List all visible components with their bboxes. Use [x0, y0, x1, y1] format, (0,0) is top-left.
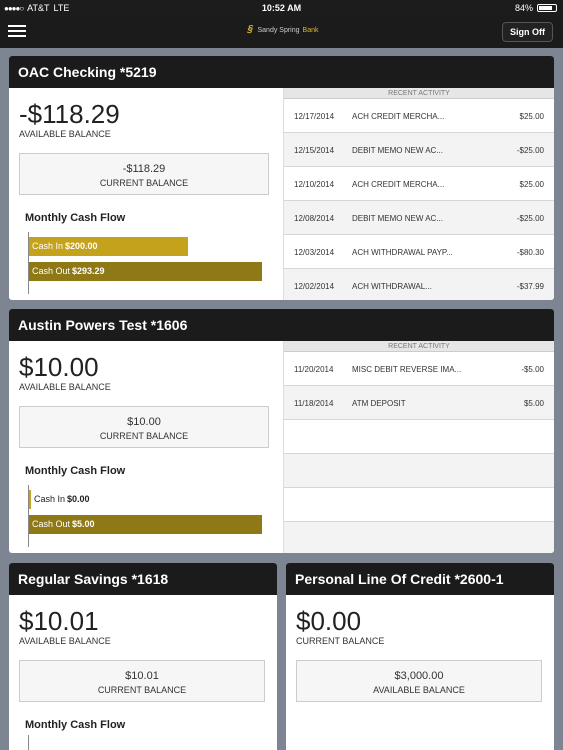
activity-row[interactable]: 12/02/2014 ACH WITHDRAWAL... -$37.99 — [284, 269, 554, 300]
current-balance-box: $10.00 CURRENT BALANCE — [19, 406, 269, 448]
recent-activity-header: RECENT ACTIVITY — [284, 341, 554, 352]
current-balance-label: CURRENT BALANCE — [99, 431, 189, 441]
monthly-cash-flow-title: Monthly Cash Flow — [25, 212, 126, 224]
activity-date: 11/18/2014 — [294, 399, 334, 408]
monthly-cash-flow-title: Monthly Cash Flow — [25, 465, 126, 477]
activity-description: ATM DEPOSIT — [352, 399, 406, 408]
activity-date: 12/15/2014 — [294, 146, 335, 155]
current-balance-label: CURRENT BALANCE — [97, 685, 187, 695]
activity-row-empty — [284, 522, 554, 553]
activity-description: MISC DEBIT REVERSE IMA... — [352, 365, 462, 374]
available-balance-label: AVAILABLE BALANCE — [19, 382, 111, 392]
activity-amount: -$37.99 — [516, 282, 544, 291]
cash-out-label: Cash Out — [32, 266, 71, 276]
activity-row-empty — [284, 454, 554, 488]
cash-out-label: Cash Out — [32, 519, 71, 529]
activity-row[interactable]: 12/10/2014 ACH CREDIT MERCHA... $25.00 — [284, 167, 554, 201]
current-balance-box: -$118.29 CURRENT BALANCE — [19, 153, 269, 195]
cash-in-amount: $200.00 — [65, 241, 98, 251]
account-card-checking: OAC Checking *5219 -$118.29 AVAILABLE BA… — [9, 56, 554, 300]
activity-description: ACH WITHDRAWAL... — [352, 282, 432, 291]
activity-date: 12/17/2014 — [294, 112, 335, 121]
activity-row-empty — [284, 488, 554, 522]
activity-description: ACH CREDIT MERCHA... — [352, 180, 445, 189]
account-card-line-of-credit: Personal Line Of Credit *2600-1 $0.00 CU… — [286, 563, 554, 750]
available-balance-amount: $10.00 — [19, 352, 99, 382]
activity-date: 12/10/2014 — [294, 180, 335, 189]
cash-out-bar: Cash Out $293.29 — [29, 262, 262, 281]
current-balance-amount: $10.01 — [125, 670, 159, 682]
available-balance-label: AVAILABLE BALANCE — [19, 636, 111, 646]
recent-activity-header: RECENT ACTIVITY — [284, 88, 554, 99]
current-balance-label: CURRENT BALANCE — [296, 636, 385, 646]
cash-in-bar: Cash In $200.00 — [29, 237, 188, 256]
activity-amount: -$25.00 — [516, 146, 544, 155]
available-balance-box: $3,000.00 AVAILABLE BALANCE — [296, 660, 542, 702]
bank-logo: § Sandy Spring Bank — [0, 24, 563, 35]
activity-description: DEBIT MEMO NEW AC... — [352, 214, 443, 223]
available-balance-label: AVAILABLE BALANCE — [373, 685, 465, 695]
activity-date: 12/08/2014 — [294, 214, 335, 223]
activity-row-empty — [284, 420, 554, 454]
activity-date: 11/20/2014 — [294, 365, 334, 374]
activity-date: 12/03/2014 — [294, 248, 335, 257]
activity-row[interactable]: 12/08/2014 DEBIT MEMO NEW AC... -$25.00 — [284, 201, 554, 235]
activity-row[interactable]: 11/18/2014 ATM DEPOSIT $5.00 — [284, 386, 554, 420]
account-card-austin-powers: Austin Powers Test *1606 $10.00 AVAILABL… — [9, 309, 554, 553]
activity-description: ACH WITHDRAWAL PAYP... — [352, 248, 453, 257]
cash-out-bar: Cash Out $5.00 — [29, 515, 262, 534]
current-balance-amount: -$118.29 — [122, 163, 166, 175]
bank-name-suffix: Bank — [302, 26, 319, 34]
activity-row[interactable]: 11/20/2014 MISC DEBIT REVERSE IMA... -$5.0… — [284, 352, 554, 386]
activity-row[interactable]: 12/15/2014 DEBIT MEMO NEW AC... -$25.00 — [284, 133, 554, 167]
available-balance-label: AVAILABLE BALANCE — [19, 129, 111, 139]
available-balance-amount: -$118.29 — [19, 99, 120, 129]
cash-in-bar: Cash In $0.00 — [29, 490, 90, 509]
activity-description: ACH CREDIT MERCHA... — [352, 112, 445, 121]
cash-out-amount: $5.00 — [72, 519, 95, 529]
current-balance-box: $10.01 CURRENT BALANCE — [19, 660, 265, 702]
available-balance-amount: $3,000.00 — [394, 670, 444, 682]
bank-logo-mark-icon: § — [245, 24, 254, 35]
monthly-cash-flow-title: Monthly Cash Flow — [25, 719, 126, 731]
account-title[interactable]: Regular Savings *1618 — [9, 563, 277, 595]
current-balance-amount: $0.00 — [296, 606, 362, 636]
recent-activity-panel: RECENT ACTIVITY 11/20/2014 MISC DEBIT REV… — [283, 341, 554, 553]
activity-amount: -$25.00 — [516, 214, 544, 223]
cash-in-label: Cash In — [32, 241, 64, 251]
current-balance-label: CURRENT BALANCE — [99, 178, 189, 188]
activity-amount: $25.00 — [519, 180, 544, 189]
recent-activity-panel: RECENT ACTIVITY 12/17/2014 ACH CREDIT MER… — [283, 88, 554, 300]
activity-amount: -$5.00 — [521, 365, 544, 374]
account-card-savings: Regular Savings *1618 $10.01 AVAILABLE B… — [9, 563, 277, 750]
bank-name: Sandy Spring — [257, 26, 300, 34]
account-title[interactable]: Austin Powers Test *1606 — [9, 309, 554, 341]
clock: 10:52 AM — [261, 3, 302, 13]
cash-out-amount: $293.29 — [72, 266, 105, 276]
activity-row[interactable]: 12/03/2014 ACH WITHDRAWAL PAYP... -$80.30 — [284, 235, 554, 269]
activity-description: DEBIT MEMO NEW AC... — [352, 146, 443, 155]
cash-in-amount: $0.00 — [67, 494, 90, 504]
status-bar: ●●●●○ AT&T LTE 10:52 AM 84% — [0, 0, 563, 16]
cash-flow-axis — [28, 735, 29, 750]
account-title[interactable]: OAC Checking *5219 — [9, 56, 554, 88]
activity-amount: $5.00 — [523, 399, 544, 408]
battery-icon — [537, 4, 557, 12]
activity-row[interactable]: 12/17/2014 ACH CREDIT MERCHA... $25.00 — [284, 99, 554, 133]
activity-date: 12/02/2014 — [294, 282, 335, 291]
cash-in-label: Cash In — [34, 494, 66, 504]
top-nav-bar: § Sandy Spring Bank Sign Off — [0, 16, 563, 48]
sign-off-button[interactable]: Sign Off — [502, 22, 553, 42]
battery-percent: 84% — [514, 3, 533, 13]
account-title[interactable]: Personal Line Of Credit *2600-1 — [286, 563, 554, 595]
current-balance-amount: $10.00 — [127, 416, 161, 428]
activity-amount: $25.00 — [519, 112, 544, 121]
activity-amount: -$80.30 — [516, 248, 544, 257]
available-balance-amount: $10.01 — [19, 606, 99, 636]
